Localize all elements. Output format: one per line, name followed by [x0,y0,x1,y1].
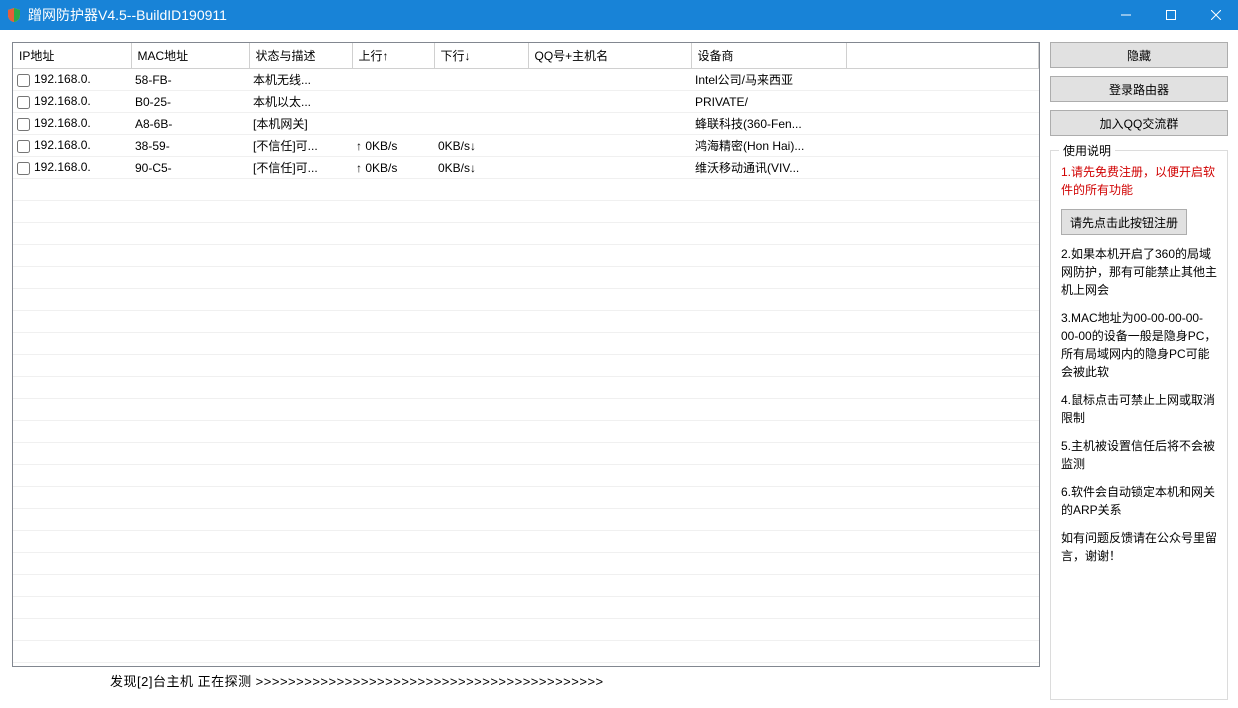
row-checkbox[interactable] [17,118,30,131]
table-row[interactable]: 192.168.0.58-FB-本机无线... Intel公司/马来西亚 [13,69,1039,91]
cell-down: 0KB/s↓ [434,157,528,179]
cell-pad [846,157,1039,179]
cell-vendor: Intel公司/马来西亚 [691,69,846,91]
content-area: IP地址 MAC地址 状态与描述 上行↑ 下行↓ QQ号+主机名 设备商 192… [0,30,1238,708]
cell-vendor: 鸿海精密(Hon Hai)... [691,135,846,157]
join-qq-group-button[interactable]: 加入QQ交流群 [1050,110,1228,136]
cell-down [434,91,528,113]
table-body: 192.168.0.58-FB-本机无线...Intel公司/马来西亚192.1… [13,69,1039,179]
cell-ip[interactable]: 192.168.0. [13,91,131,113]
cell-up [352,69,434,91]
instruction-2: 2.如果本机开启了360的局域网防护，那有可能禁止其他主机上网会 [1061,245,1217,299]
cell-mac: 58-FB- [131,69,249,91]
col-header-status[interactable]: 状态与描述 [249,43,352,69]
cell-pad [846,91,1039,113]
table-row[interactable]: 192.168.0.B0-25-本机以太... PRIVATE/ [13,91,1039,113]
cell-ip[interactable]: 192.168.0. [13,69,131,91]
instruction-4: 4.鼠标点击可禁止上网或取消限制 [1061,391,1217,427]
window-controls [1103,0,1238,30]
cell-mac: 38-59- [131,135,249,157]
minimize-button[interactable] [1103,0,1148,30]
cell-down [434,69,528,91]
instruction-footer: 如有问题反馈请在公众号里留言，谢谢！ [1061,529,1217,565]
col-header-mac[interactable]: MAC地址 [131,43,249,69]
cell-qq [528,157,691,179]
table-row[interactable]: 192.168.0.A8-6B-[本机网关] 蜂联科技(360-Fen... [13,113,1039,135]
cell-ip[interactable]: 192.168.0. [13,135,131,157]
login-router-button[interactable]: 登录路由器 [1050,76,1228,102]
titlebar: 蹭网防护器V4.5--BuildID190911 [0,0,1238,30]
row-checkbox[interactable] [17,96,30,109]
cell-status: [不信任]可... [249,157,352,179]
col-header-vendor[interactable]: 设备商 [691,43,846,69]
cell-ip[interactable]: 192.168.0. [13,113,131,135]
cell-vendor: 维沃移动通讯(VIV... [691,157,846,179]
cell-qq [528,91,691,113]
cell-qq [528,135,691,157]
cell-down [434,113,528,135]
close-button[interactable] [1193,0,1238,30]
app-icon [6,7,22,23]
cell-mac: B0-25- [131,91,249,113]
register-button[interactable]: 请先点击此按钮注册 [1061,209,1187,235]
window-title: 蹭网防护器V4.5--BuildID190911 [28,5,1103,25]
cell-vendor: PRIVATE/ [691,91,846,113]
cell-up: ↑ 0KB/s [352,135,434,157]
cell-mac: 90-C5- [131,157,249,179]
row-checkbox[interactable] [17,74,30,87]
cell-up [352,91,434,113]
cell-pad [846,113,1039,135]
maximize-button[interactable] [1148,0,1193,30]
cell-mac: A8-6B- [131,113,249,135]
cell-status: 本机以太... [249,91,352,113]
instructions-box: 使用说明 1.请先免费注册，以便开启软件的所有功能 请先点击此按钮注册 2.如果… [1050,150,1228,700]
instruction-6: 6.软件会自动锁定本机和网关的ARP关系 [1061,483,1217,519]
instruction-3: 3.MAC地址为00-00-00-00-00-00的设备一般是隐身PC，所有局域… [1061,309,1217,381]
cell-ip[interactable]: 192.168.0. [13,157,131,179]
col-header-ip[interactable]: IP地址 [13,43,131,69]
side-panel: 隐藏 登录路由器 加入QQ交流群 使用说明 1.请先免费注册，以便开启软件的所有… [1050,42,1228,700]
device-table: IP地址 MAC地址 状态与描述 上行↑ 下行↓ QQ号+主机名 设备商 192… [13,43,1039,179]
device-table-wrapper: IP地址 MAC地址 状态与描述 上行↑ 下行↓ QQ号+主机名 设备商 192… [12,42,1040,667]
col-header-qq[interactable]: QQ号+主机名 [528,43,691,69]
table-row[interactable]: 192.168.0.38-59-[不信任]可...↑ 0KB/s0KB/s↓ 鸿海… [13,135,1039,157]
row-checkbox[interactable] [17,140,30,153]
cell-pad [846,69,1039,91]
cell-status: 本机无线... [249,69,352,91]
hide-button[interactable]: 隐藏 [1050,42,1228,68]
instruction-1: 1.请先免费注册，以便开启软件的所有功能 [1061,163,1217,199]
instruction-5: 5.主机被设置信任后将不会被监测 [1061,437,1217,473]
row-checkbox[interactable] [17,162,30,175]
table-row[interactable]: 192.168.0.90-C5-[不信任]可...↑ 0KB/s0KB/s↓ 维沃… [13,157,1039,179]
cell-qq [528,69,691,91]
statusbar: 发现[2]台主机 正在探测 >>>>>>>>>>>>>>>>>>>>>>>>>>… [12,667,1040,700]
cell-qq [528,113,691,135]
status-text: 发现[2]台主机 正在探测 >>>>>>>>>>>>>>>>>>>>>>>>>>… [110,674,604,689]
cell-pad [846,135,1039,157]
col-header-up[interactable]: 上行↑ [352,43,434,69]
cell-status: [不信任]可... [249,135,352,157]
table-header-row: IP地址 MAC地址 状态与描述 上行↑ 下行↓ QQ号+主机名 设备商 [13,43,1039,69]
table-panel: IP地址 MAC地址 状态与描述 上行↑ 下行↓ QQ号+主机名 设备商 192… [12,42,1040,700]
instructions-legend: 使用说明 [1059,142,1115,159]
cell-vendor: 蜂联科技(360-Fen... [691,113,846,135]
table-empty-area [13,179,1039,666]
cell-down: 0KB/s↓ [434,135,528,157]
col-header-down[interactable]: 下行↓ [434,43,528,69]
cell-up [352,113,434,135]
cell-status: [本机网关] [249,113,352,135]
col-header-pad [846,43,1039,69]
cell-up: ↑ 0KB/s [352,157,434,179]
